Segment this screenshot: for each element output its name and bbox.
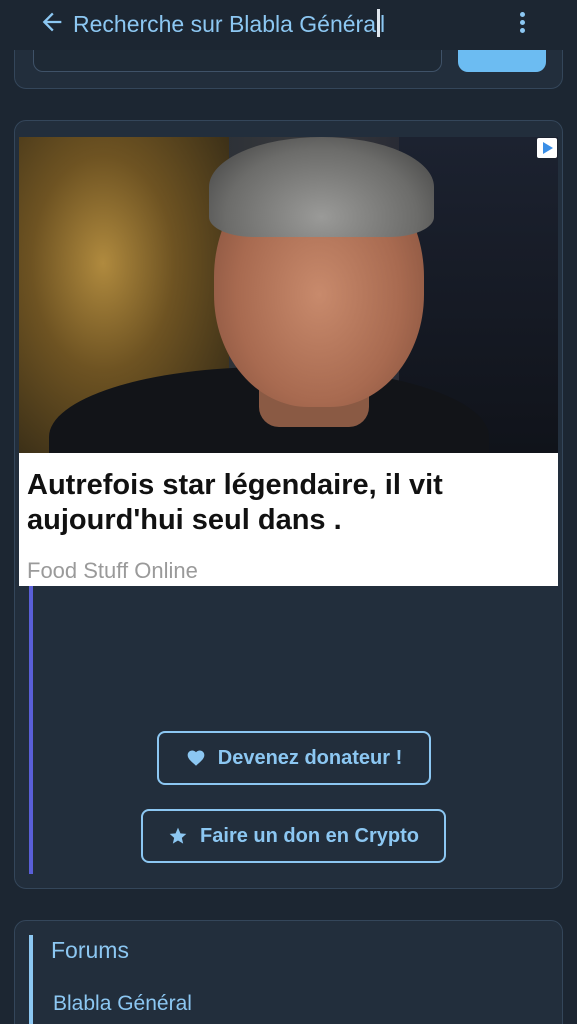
arrow-left-icon[interactable] [38, 8, 66, 36]
crypto-donate-label: Faire un don en Crypto [200, 824, 419, 847]
forum-item-blabla-general[interactable]: Blabla Général [53, 990, 192, 1018]
ad-choices-icon[interactable] [537, 138, 557, 158]
donate-button-label: Devenez donateur ! [217, 746, 403, 769]
page-title: Recherche sur Blabla Généra l [73, 8, 385, 40]
more-vertical-icon[interactable] [512, 8, 534, 36]
crypto-donate-button[interactable]: Faire un don en Crypto [141, 809, 446, 863]
ad-headline[interactable]: Autrefois star légendaire, il vit aujour… [27, 468, 547, 538]
page-title-text: Recherche sur Blabla Généra [73, 11, 376, 37]
star-icon [169, 827, 187, 844]
page-title-tail: l [380, 11, 386, 37]
ad-image[interactable] [19, 137, 558, 453]
forums-accent-bar [29, 935, 33, 1024]
donate-button[interactable]: Devenez donateur ! [157, 731, 431, 785]
top-bar: Recherche sur Blabla Généra l [0, 0, 577, 50]
ad-source: Food Stuff Online [27, 558, 198, 583]
heart-icon [187, 750, 205, 766]
forums-title: Forums [51, 937, 129, 963]
